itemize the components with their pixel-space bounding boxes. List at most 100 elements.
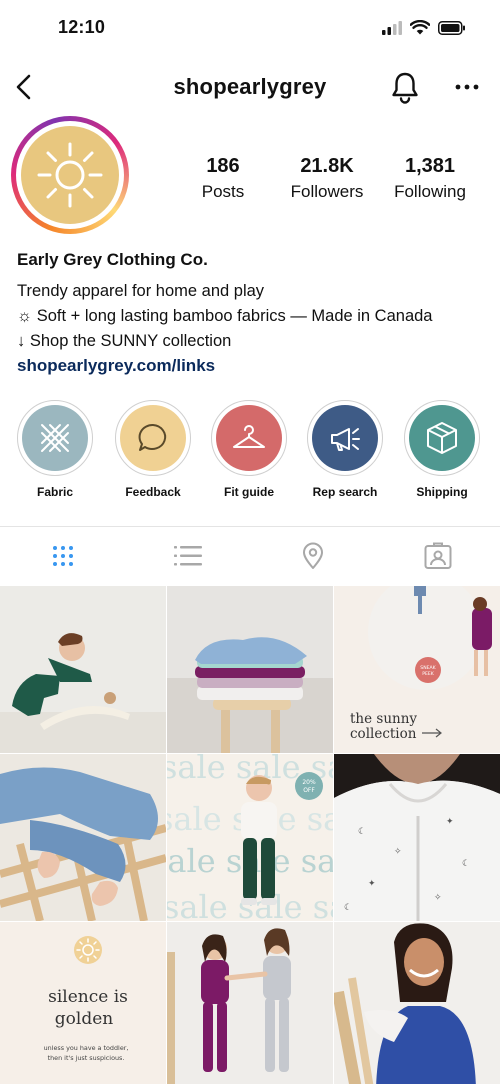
tagged-icon: [424, 542, 451, 569]
post-thumbnail[interactable]: [334, 922, 500, 1084]
highlight-cover: [22, 405, 88, 471]
fabric-grid-icon: [41, 424, 69, 452]
highlight-cover: [312, 405, 378, 471]
post-thumbnail[interactable]: [0, 586, 166, 753]
profile-display-name: Early Grey Clothing Co.: [17, 250, 208, 269]
bio-line: ↓ Shop the SUNNY collection: [17, 332, 232, 350]
highlight-cover: [120, 405, 186, 471]
post-photo: [167, 922, 333, 1084]
avatar-frame: [16, 121, 124, 229]
profile-bio: Early Grey Clothing Co. Trendy apparel f…: [17, 250, 487, 376]
post-photo: SNEAK PEEK the sunny collection: [334, 586, 500, 753]
notifications-button[interactable]: [388, 70, 422, 104]
highlight-ring: [211, 400, 287, 476]
svg-text:☾: ☾: [462, 859, 470, 869]
more-options-button[interactable]: [452, 74, 482, 100]
discount-badge: [295, 772, 323, 800]
bio-link[interactable]: shopearlygrey.com/links: [17, 356, 487, 376]
highlight-ring: [404, 400, 480, 476]
post-thumbnail[interactable]: [0, 754, 166, 921]
highlight-ring: [115, 400, 191, 476]
highlight-shipping[interactable]: Shipping: [402, 400, 482, 499]
followers-count: 21.8K: [300, 155, 354, 177]
svg-text:unless you have a toddler,: unless you have a toddler,: [44, 1044, 129, 1052]
following-count: 1,381: [404, 155, 456, 177]
tab-tagged[interactable]: [375, 527, 500, 585]
avatar: [21, 126, 119, 224]
following-stat[interactable]: 1,381 Following: [380, 155, 480, 202]
speech-bubble-icon: [138, 423, 167, 451]
highlight-label: Feedback: [125, 485, 181, 499]
bio-line: Trendy apparel for home and play: [17, 282, 265, 300]
posts-stat[interactable]: 186 Posts: [173, 155, 273, 202]
bell-icon: [392, 72, 418, 104]
highlight-fabric[interactable]: Fabric: [15, 400, 95, 499]
highlight-ring: [307, 400, 383, 476]
highlight-label: Fabric: [36, 485, 73, 499]
status-icons: [382, 20, 466, 35]
highlight-fit-guide[interactable]: Fit guide: [209, 400, 289, 499]
post-photo: sale sale sale sale sale sale sale sale …: [167, 754, 333, 921]
location-pin-icon: [302, 542, 323, 569]
package-icon: [427, 422, 457, 454]
svg-text:PEEK: PEEK: [422, 671, 435, 677]
svg-text:collection: collection: [350, 726, 417, 742]
highlight-rep-search[interactable]: Rep search: [305, 400, 385, 499]
cellular-signal-icon: [382, 20, 402, 35]
post-photo: [334, 922, 500, 1084]
post-thumbnail[interactable]: silence is golden unless you have a todd…: [0, 922, 166, 1084]
hanger-icon: [233, 425, 265, 448]
svg-text:☾: ☾: [358, 827, 366, 837]
status-bar: 12:10: [0, 0, 500, 56]
post-photo: [167, 586, 333, 753]
post-photo: [0, 586, 166, 753]
post-thumbnail[interactable]: [167, 586, 333, 753]
wifi-icon: [410, 20, 430, 35]
profile-header: shopearlygrey: [0, 62, 500, 114]
post-photo: [0, 754, 166, 921]
post-thumbnail[interactable]: ☾ ✦ ✧ ☾ ✦ ✧ ☾: [334, 754, 500, 921]
posts-label: Posts: [201, 182, 245, 201]
grid-icon: [52, 546, 73, 566]
more-dots-icon: [455, 84, 479, 90]
sun-logo-icon: [37, 142, 103, 208]
list-icon: [173, 546, 202, 566]
post-thumbnail[interactable]: sale sale sale sale sale sale sale sale …: [167, 754, 333, 921]
megaphone-icon: [331, 428, 360, 451]
svg-text:silence is: silence is: [48, 987, 128, 1007]
tab-location[interactable]: [250, 527, 375, 585]
svg-text:then it's just suspicious.: then it's just suspicious.: [48, 1054, 125, 1062]
post-thumbnail[interactable]: [167, 922, 333, 1084]
tab-grid[interactable]: [0, 527, 125, 585]
story-ring[interactable]: [11, 116, 129, 234]
svg-text:20%: 20%: [302, 779, 316, 786]
followers-label: Followers: [290, 182, 364, 201]
highlight-label: Rep search: [312, 485, 378, 499]
battery-icon: [438, 20, 465, 35]
highlight-label: Fit guide: [224, 485, 274, 499]
svg-text:✧: ✧: [434, 893, 442, 903]
svg-text:✦: ✦: [446, 817, 454, 827]
following-label: Following: [394, 182, 466, 201]
highlight-label: Shipping: [416, 485, 468, 499]
posts-count: 186: [206, 155, 240, 177]
svg-text:☾: ☾: [344, 903, 352, 913]
highlight-cover: [409, 405, 475, 471]
post-thumbnail[interactable]: SNEAK PEEK the sunny collection: [334, 586, 500, 753]
profile-username: shopearlygrey: [173, 74, 327, 99]
svg-text:the sunny: the sunny: [350, 711, 417, 727]
post-photo: ☾ ✦ ✧ ☾ ✦ ✧ ☾: [334, 754, 500, 921]
highlight-cover: [216, 405, 282, 471]
post-photo: silence is golden unless you have a todd…: [0, 922, 166, 1084]
highlight-feedback[interactable]: Feedback: [113, 400, 193, 499]
svg-text:✦: ✦: [368, 879, 376, 889]
followers-stat[interactable]: 21.8K Followers: [272, 155, 382, 202]
highlight-ring: [17, 400, 93, 476]
profile-tabs: [0, 526, 500, 584]
svg-text:OFF: OFF: [303, 787, 315, 794]
tab-list[interactable]: [125, 527, 250, 585]
status-time: 12:10: [58, 17, 106, 37]
svg-text:SNEAK: SNEAK: [420, 665, 436, 671]
svg-text:✧: ✧: [394, 847, 402, 857]
svg-text:golden: golden: [55, 1009, 113, 1029]
